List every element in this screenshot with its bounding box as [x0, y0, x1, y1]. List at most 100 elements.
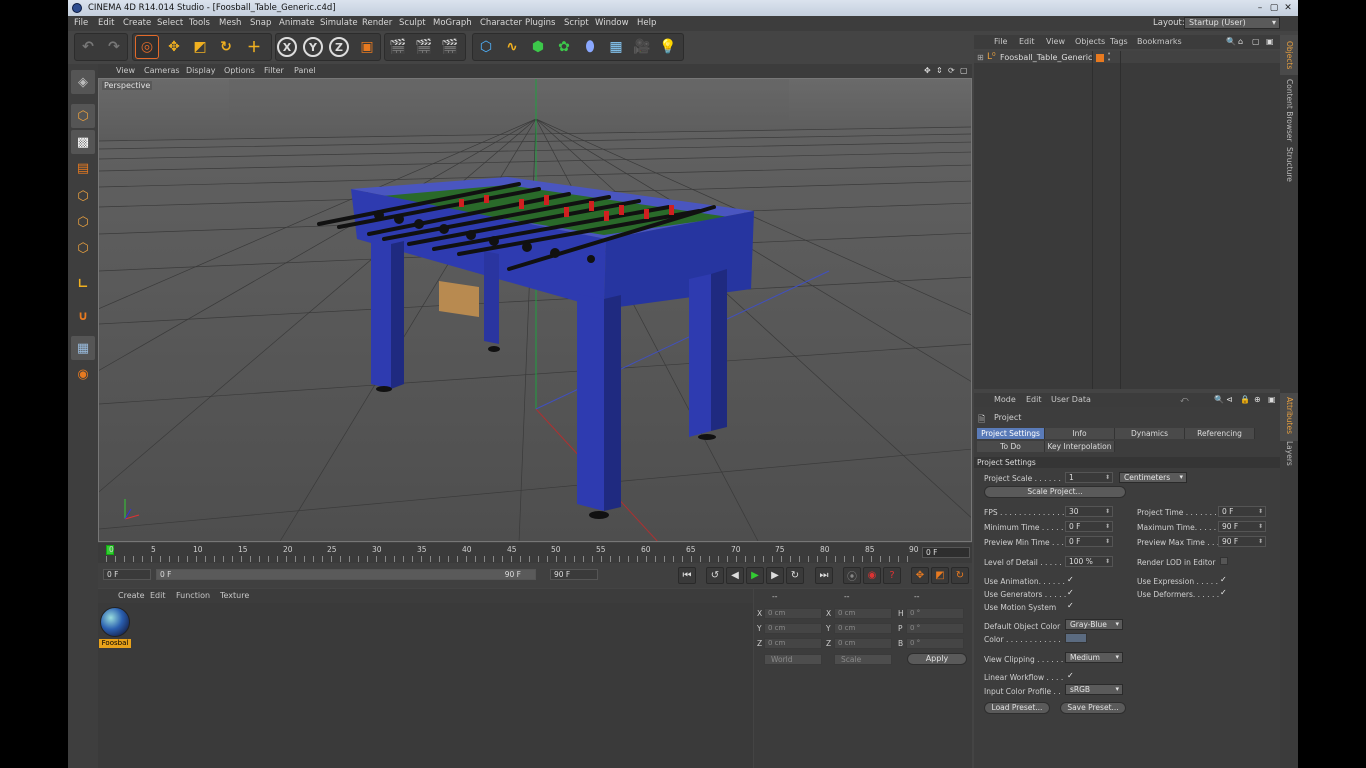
object-name[interactable]: Foosball_Table_Generic: [1000, 53, 1092, 62]
close-panel-icon[interactable]: ▣: [1268, 395, 1276, 404]
add-object-icon[interactable]: ＋: [242, 35, 266, 59]
tab-objects[interactable]: Objects: [1285, 41, 1294, 69]
material-menu-create[interactable]: Create: [118, 591, 145, 600]
previous-frame-icon[interactable]: ◀: [726, 567, 744, 584]
material-menu-function[interactable]: Function: [176, 591, 210, 600]
use-animation-checkbox[interactable]: ✓: [1067, 576, 1075, 584]
scene-floor-icon[interactable]: ▦: [604, 35, 628, 59]
render-view-icon[interactable]: 🎬: [386, 35, 410, 59]
menu-edit[interactable]: Edit: [98, 18, 114, 28]
rotation-h-field[interactable]: 0 °: [906, 608, 964, 619]
undo-icon[interactable]: ↶: [76, 35, 100, 59]
search-icon[interactable]: 🔍: [1226, 37, 1236, 46]
tab-referencing[interactable]: Referencing: [1185, 428, 1255, 439]
menu-render[interactable]: Render: [362, 18, 392, 28]
rotate-icon[interactable]: ↻: [214, 35, 238, 59]
y-axis-icon[interactable]: Y: [303, 37, 323, 57]
menu-sculpt[interactable]: Sculpt: [399, 18, 426, 28]
minimize-button[interactable]: –: [1254, 3, 1266, 13]
nurbs-icon[interactable]: ⬢: [526, 35, 550, 59]
scale-unit-dropdown[interactable]: Centimeters ▾: [1119, 472, 1187, 483]
panel-options-icon[interactable]: ▢: [1252, 37, 1260, 46]
viewport-menu-options[interactable]: Options: [224, 66, 255, 75]
lock-icon[interactable]: 🔒: [1240, 395, 1250, 404]
workplane-icon[interactable]: ▤: [71, 156, 95, 180]
go-to-start-icon[interactable]: ⏮: [678, 567, 696, 584]
fps-field[interactable]: 30 ⬍: [1065, 506, 1113, 517]
close-button[interactable]: ✕: [1282, 3, 1294, 13]
use-deformers-checkbox[interactable]: ✓: [1220, 589, 1228, 597]
menu-select[interactable]: Select: [157, 18, 183, 28]
array-icon[interactable]: ✿: [552, 35, 576, 59]
render-settings-icon[interactable]: 🎬: [438, 35, 462, 59]
position-x-field[interactable]: 0 cm: [764, 608, 822, 619]
menu-help[interactable]: Help: [637, 18, 656, 28]
objects-menu-view[interactable]: View: [1046, 37, 1065, 46]
render-lod-checkbox[interactable]: [1220, 557, 1228, 565]
locked-workplane-icon[interactable]: ▦: [71, 336, 95, 360]
size-mode-dropdown[interactable]: Scale: [834, 654, 892, 665]
tab-project-settings[interactable]: Project Settings: [977, 428, 1045, 439]
material-name[interactable]: Foosbal: [99, 639, 131, 648]
render-picture-viewer-icon[interactable]: 🎬: [412, 35, 436, 59]
tab-structure[interactable]: Structure: [1285, 147, 1294, 182]
max-time-field[interactable]: 90 F ⬍: [1218, 521, 1266, 532]
polygons-mode-icon[interactable]: ⬡: [71, 236, 95, 260]
current-frame-field[interactable]: 0 F: [922, 547, 970, 558]
lod-field[interactable]: 100 % ⬍: [1065, 556, 1113, 567]
tab-content-browser[interactable]: Content Browser: [1285, 79, 1294, 142]
default-color-dropdown[interactable]: Gray-Blue ▾: [1065, 619, 1123, 630]
use-generators-checkbox[interactable]: ✓: [1067, 589, 1075, 597]
menu-character[interactable]: Character: [480, 18, 522, 28]
play-icon[interactable]: ▶: [746, 567, 764, 584]
menu-animate[interactable]: Animate: [279, 18, 315, 28]
position-z-field[interactable]: 0 cm: [764, 638, 822, 649]
expand-icon[interactable]: ⊞: [977, 53, 984, 62]
use-expression-checkbox[interactable]: ✓: [1220, 576, 1228, 584]
size-y-field[interactable]: 0 cm: [834, 623, 892, 634]
view-clipping-dropdown[interactable]: Medium ▾: [1065, 652, 1123, 663]
save-preset-button[interactable]: Save Preset...: [1060, 702, 1126, 714]
maximize-button[interactable]: ▢: [1268, 3, 1280, 13]
timeline-ruler[interactable]: 0 5 10 15 20 25 30 35 40 45 50 55 60 65 …: [98, 543, 972, 563]
live-selection-icon[interactable]: ◎: [135, 35, 159, 59]
light-icon[interactable]: 💡: [656, 35, 680, 59]
z-axis-icon[interactable]: Z: [329, 37, 349, 57]
use-motion-checkbox[interactable]: ✓: [1067, 602, 1075, 610]
redo-icon[interactable]: ↷: [102, 35, 126, 59]
move-icon[interactable]: ✥: [162, 35, 186, 59]
edges-mode-icon[interactable]: ⬡: [71, 210, 95, 234]
frame-range-slider[interactable]: 0 F 90 F: [156, 569, 536, 580]
menu-create[interactable]: Create: [123, 18, 151, 28]
tab-to-do[interactable]: To Do: [977, 441, 1045, 452]
texture-mode-icon[interactable]: ▩: [71, 130, 95, 154]
rotate-view-icon[interactable]: ⟳: [948, 66, 955, 75]
x-axis-icon[interactable]: X: [277, 37, 297, 57]
maximize-view-icon[interactable]: ▢: [960, 66, 968, 75]
visibility-dots-icon[interactable]: • •: [1107, 51, 1111, 64]
objects-menu-objects[interactable]: Objects: [1075, 37, 1105, 46]
viewport-menu-filter[interactable]: Filter: [264, 66, 284, 75]
dolly-view-icon[interactable]: ⇕: [936, 66, 943, 75]
position-y-field[interactable]: 0 cm: [764, 623, 822, 634]
menu-window[interactable]: Window: [595, 18, 629, 28]
menu-plugins[interactable]: Plugins: [525, 18, 555, 28]
objects-menu-bookmarks[interactable]: Bookmarks: [1137, 37, 1182, 46]
material-menu-edit[interactable]: Edit: [150, 591, 166, 600]
make-editable-icon[interactable]: ◈: [71, 70, 95, 94]
coordinate-system-icon[interactable]: ▣: [355, 35, 379, 59]
attr-menu-edit[interactable]: Edit: [1026, 395, 1042, 404]
load-preset-button[interactable]: Load Preset...: [984, 702, 1050, 714]
project-time-field[interactable]: 0 F ⬍: [1218, 506, 1266, 517]
3d-viewport[interactable]: Perspective: [98, 78, 972, 542]
snap-icon[interactable]: ◉: [71, 362, 95, 386]
camera-icon[interactable]: 🎥: [630, 35, 654, 59]
menu-mesh[interactable]: Mesh: [219, 18, 241, 28]
coordinate-space-dropdown[interactable]: World: [764, 654, 822, 665]
attr-menu-user-data[interactable]: User Data: [1051, 395, 1091, 404]
objects-menu-file[interactable]: File: [994, 37, 1007, 46]
keyframe-selection-icon[interactable]: ?: [883, 567, 901, 584]
menu-simulate[interactable]: Simulate: [320, 18, 358, 28]
scale-key-icon[interactable]: ◩: [931, 567, 949, 584]
menu-script[interactable]: Script: [564, 18, 589, 28]
